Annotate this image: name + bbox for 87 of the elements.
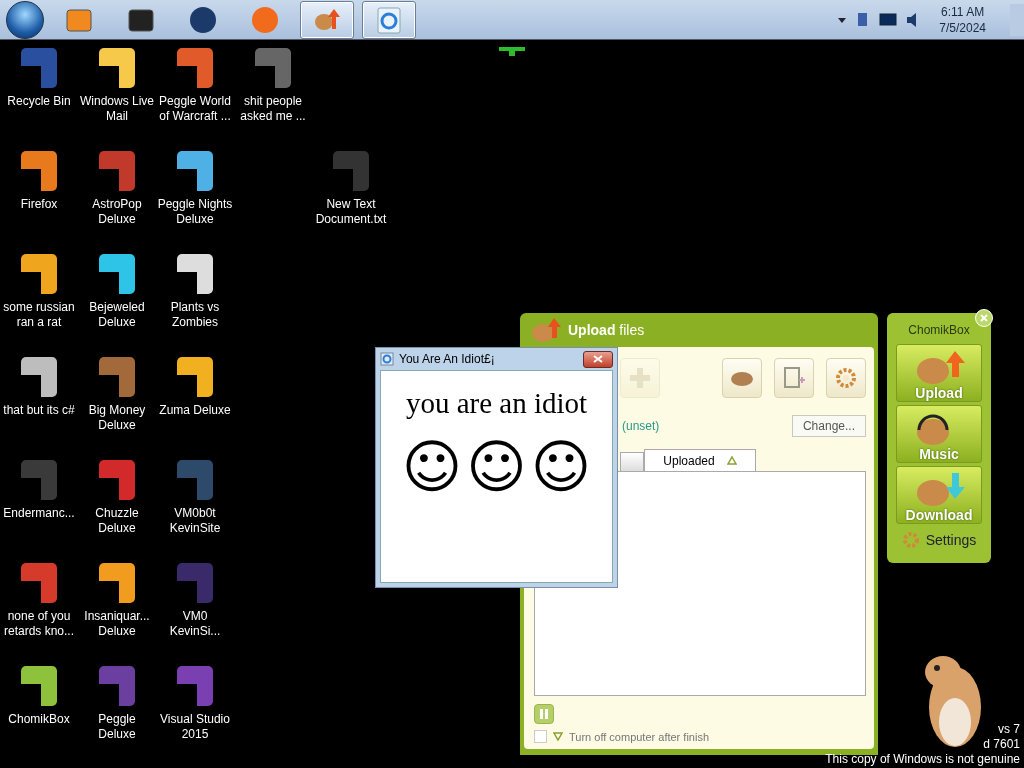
clock-time: 6:11 AM: [941, 3, 985, 20]
icon-label: Peggle Nights Deluxe: [156, 197, 234, 227]
close-button[interactable]: [583, 350, 613, 368]
browser-icon: [380, 352, 394, 366]
desktop-icon[interactable]: Big Money Deluxe: [78, 353, 156, 456]
desktop-icon[interactable]: Peggle Deluxe: [78, 662, 156, 765]
notice-text: vs 7: [998, 722, 1020, 737]
toolbar-button[interactable]: [774, 358, 814, 398]
clock[interactable]: 6:11 AM 7/5/2024: [929, 3, 1024, 36]
icon-label: Peggle World of Warcraft ...: [158, 94, 232, 124]
icon-label: Plants vs Zombies: [169, 300, 221, 330]
checkbox-label: Turn off computer after finish: [569, 730, 709, 743]
icon-label: Firefox: [19, 197, 59, 212]
smiley-face: ☺: [530, 434, 592, 500]
desktop-icon[interactable]: Windows Live Mail: [78, 44, 156, 147]
folder-value: (unset): [622, 419, 660, 433]
clipboard-icon: [781, 366, 807, 390]
desktop-icon[interactable]: shit people asked me ...: [234, 44, 312, 147]
plus-icon: [627, 366, 653, 390]
desktop-icon[interactable]: that but its c#: [0, 353, 78, 456]
clock-date: 7/5/2024: [939, 19, 986, 36]
icon-label: shit people asked me ...: [239, 94, 307, 124]
start-button[interactable]: [6, 0, 44, 39]
desktop-icon[interactable]: Firefox: [0, 147, 78, 250]
icon-label: Big Money Deluxe: [87, 403, 147, 433]
checkbox[interactable]: [534, 730, 547, 743]
desktop-icon[interactable]: Visual Studio 2015: [156, 662, 234, 765]
desktop-icon[interactable]: Chuzzle Deluxe: [78, 456, 156, 559]
expand-triangle-icon[interactable]: [553, 732, 563, 741]
icon-label: Zuma Deluxe: [158, 403, 232, 418]
desktop-icon[interactable]: VM0b0t KevinSite: [156, 456, 234, 559]
toolbar-button[interactable]: [826, 358, 866, 398]
desktop-icon[interactable]: Recycle Bin: [0, 44, 78, 147]
smiley-face: ☺: [466, 434, 527, 500]
icon-label: Endermanc...: [2, 506, 76, 521]
desktop-icon[interactable]: New Text Document.txt: [312, 147, 390, 250]
icon-label: New Text Document.txt: [314, 197, 388, 227]
icon-label: AstroPop Deluxe: [91, 197, 143, 227]
smiley-face: ☺: [401, 434, 463, 500]
change-button[interactable]: Change...: [791, 415, 866, 437]
panel-title: ChomikBox: [908, 322, 970, 339]
app-icon: [250, 4, 280, 35]
icon-label: VM0b0t KevinSite: [168, 506, 222, 536]
desktop-icon[interactable]: AstroPop Deluxe: [78, 147, 156, 250]
desktop-icon[interactable]: none of you retards kno...: [0, 559, 78, 662]
icon-label: none of you retards kno...: [3, 609, 75, 639]
message-text: you are an idiot: [405, 387, 588, 420]
desktop-icon[interactable]: Bejeweled Deluxe: [78, 250, 156, 353]
pause-icon: [537, 707, 551, 721]
desktop-icon[interactable]: Endermanc...: [0, 456, 78, 559]
icon-label: Windows Live Mail: [79, 94, 155, 124]
desktop-icon[interactable]: Peggle World of Warcraft ...: [156, 44, 234, 147]
desktop-icon[interactable]: Peggle Nights Deluxe: [156, 147, 234, 250]
desktop-icon[interactable]: ChomikBox: [0, 662, 78, 765]
desktop-icon[interactable]: Plants vs Zombies: [156, 250, 234, 353]
close-icon: [979, 313, 989, 323]
icon-label: Visual Studio 2015: [159, 712, 231, 742]
desktop-icon[interactable]: VM0 KevinSi...: [156, 559, 234, 662]
icon-label: Peggle Deluxe: [97, 712, 137, 742]
gadget-icon: [497, 45, 527, 57]
icon-label: ChomikBox: [7, 712, 71, 727]
icon-label: some russian ran a rat: [2, 300, 76, 330]
notice-text: d 7601: [983, 737, 1020, 752]
desktop-icon[interactable]: some russian ran a rat: [0, 250, 78, 353]
icon-label: Insaniquar... Deluxe: [83, 609, 151, 639]
tab[interactable]: [620, 452, 644, 471]
settings-button[interactable]: Settings: [901, 527, 977, 553]
settings-icon: [901, 531, 920, 549]
desktop-icon[interactable]: Zuma Deluxe: [156, 353, 234, 456]
desktop-icon[interactable]: Insaniquar... Deluxe: [78, 559, 156, 662]
app-icon: [188, 4, 218, 35]
icon-label: Chuzzle Deluxe: [94, 506, 140, 536]
notice-text: This copy of Windows is not genuine: [825, 752, 1020, 767]
window-title: Upload files: [568, 322, 645, 338]
monitor-icon[interactable]: [879, 12, 898, 27]
close-icon: [593, 355, 603, 363]
icon-label: that but its c#: [2, 403, 76, 418]
icon-label: Recycle Bin: [6, 94, 72, 109]
tray-expand-icon[interactable]: [837, 15, 848, 24]
tab[interactable]: Uploaded: [644, 449, 756, 471]
icon-label: Bejeweled Deluxe: [88, 300, 146, 330]
toolbar-button[interactable]: [722, 358, 762, 398]
settings-icon: [833, 366, 859, 390]
window-title: You Are An Idiot£¡: [399, 352, 496, 366]
app-icon: [374, 4, 404, 35]
icon-label: VM0 KevinSi...: [168, 609, 222, 639]
pause-button[interactable]: [534, 704, 554, 724]
